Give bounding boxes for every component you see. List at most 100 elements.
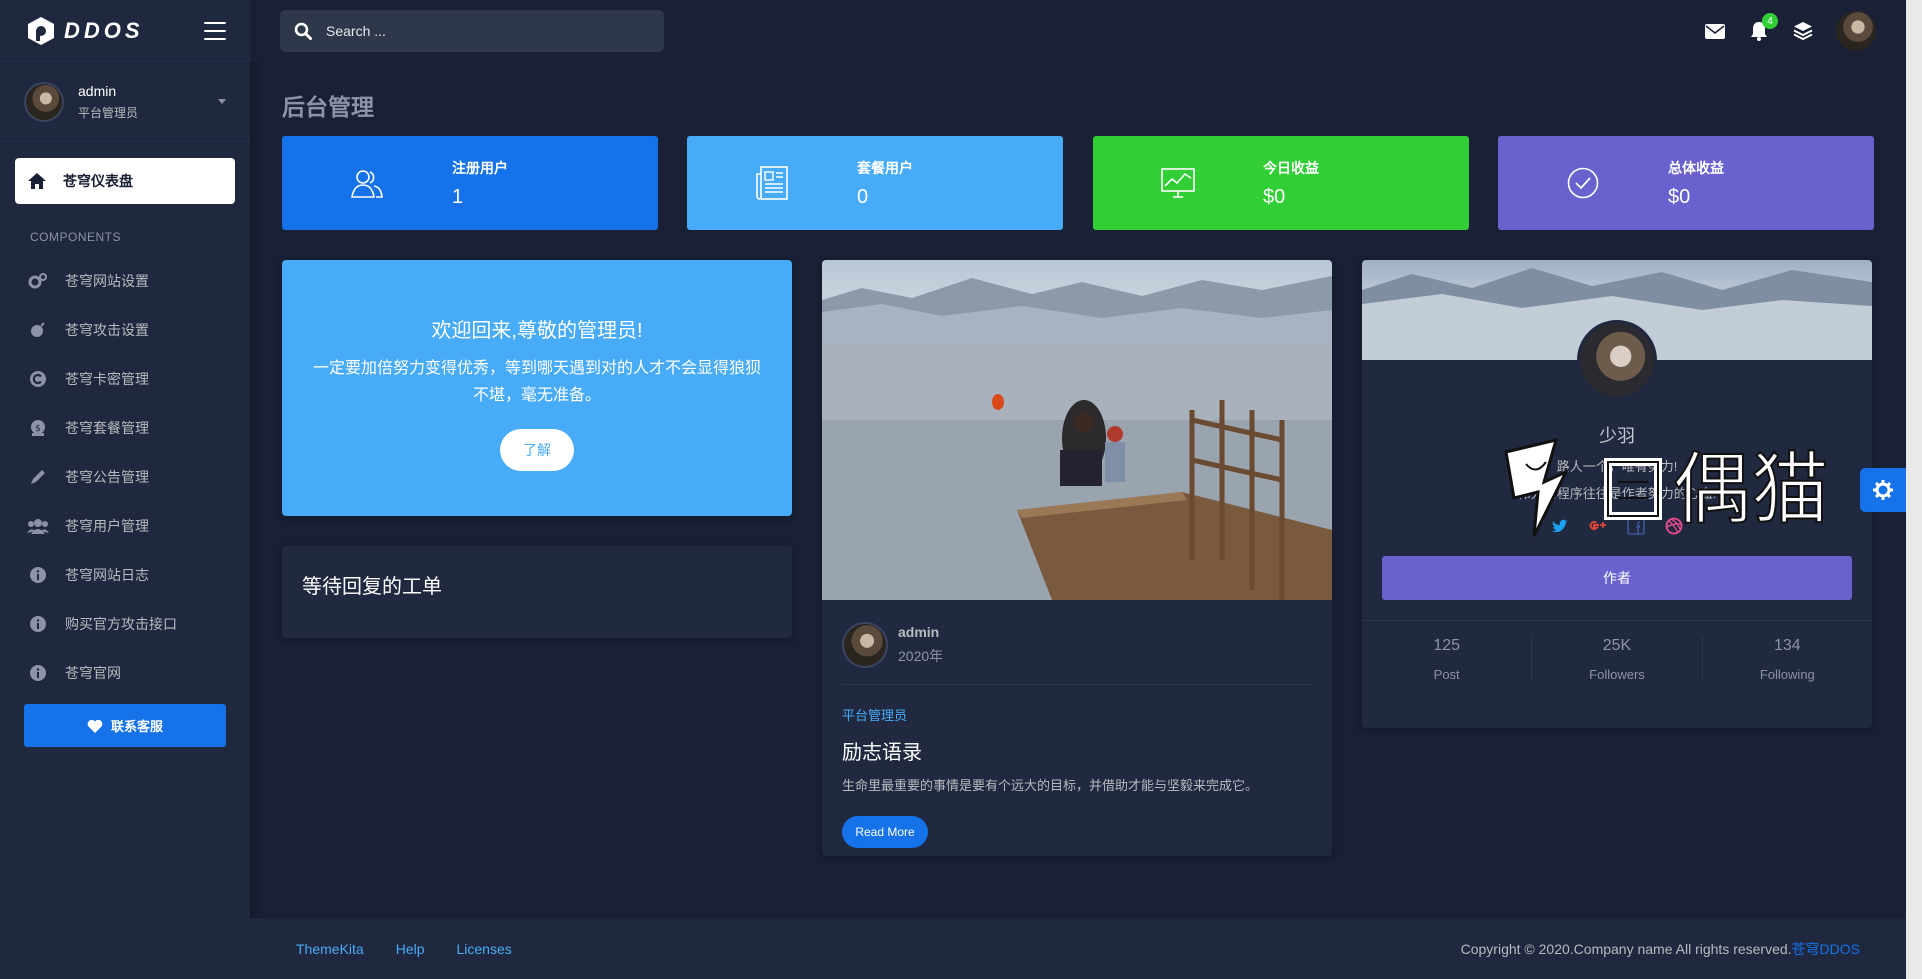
dribbble-icon[interactable] xyxy=(1664,516,1684,536)
stat-value: 0 xyxy=(857,185,869,208)
avatar xyxy=(842,622,888,668)
blog-image xyxy=(822,260,1332,600)
sidebar: DDOS admin 平台管理员 苍穹仪表盘 COMPONENTS 苍穹网站设置… xyxy=(0,0,250,979)
profile-stats: 125 Post 25K Followers 134 Following xyxy=(1362,620,1872,682)
author-button[interactable]: 作者 xyxy=(1382,556,1852,600)
google-plus-icon[interactable] xyxy=(1588,516,1608,536)
sidebar-item-card-keys[interactable]: 苍穹卡密管理 xyxy=(0,354,250,403)
sidebar-item-label: 苍穹仪表盘 xyxy=(63,173,133,189)
logo-bar: DDOS xyxy=(0,0,250,62)
topbar-icons: 4 xyxy=(1704,10,1876,52)
layers-icon[interactable] xyxy=(1792,20,1814,42)
blog-text: 生命里最重要的事情是要有个远大的目标，并借助才能与坚毅来完成它。 xyxy=(842,778,1259,793)
ddos-logo-icon xyxy=(28,16,54,45)
nav-section-label: COMPONENTS xyxy=(30,230,122,244)
page-title: 后台管理 xyxy=(282,94,374,120)
chart-monitor-icon xyxy=(1161,168,1195,198)
sidebar-item-site-logs[interactable]: 苍穹网站日志 xyxy=(0,550,250,599)
copyright-text: Copyright © 2020.Company name All rights… xyxy=(1460,940,1792,957)
gear-icon xyxy=(1873,480,1893,500)
stat-card-today-income[interactable]: 今日收益 $0 xyxy=(1093,136,1469,230)
profile-card: 少羽 路人一个，唯有努力! 伟大的程序往往是作者努力的心血! 作者 125 Pos… xyxy=(1362,260,1872,728)
stat-label: Post xyxy=(1433,667,1460,682)
welcome-text: 一定要加倍努力变得优秀，等到哪天遇到对的人才不会显得狼狈不堪，毫无准备。 xyxy=(312,360,761,404)
stat-posts: 125 Post xyxy=(1362,637,1533,682)
info-icon xyxy=(27,613,49,635)
sidebar-item-label: 苍穹用户管理 xyxy=(65,517,149,534)
stat-label: Followers xyxy=(1589,667,1645,682)
contact-support-button[interactable]: 联系客服 xyxy=(24,704,226,747)
footer-link-themekita[interactable]: ThemeKita xyxy=(296,941,364,957)
profile-tagline: 路人一个，唯有努力! xyxy=(1556,459,1678,474)
copyright-icon xyxy=(27,368,49,390)
copyright: Copyright © 2020.Company name All rights… xyxy=(1461,939,1860,959)
sidebar-item-label: 苍穹套餐管理 xyxy=(65,419,149,436)
facebook-icon[interactable] xyxy=(1626,516,1646,536)
user-panel[interactable]: admin 平台管理员 xyxy=(0,62,250,142)
blog-author: admin 2020年 xyxy=(842,622,1312,685)
blog-title: 励志语录 xyxy=(842,742,922,764)
info-icon xyxy=(27,564,49,586)
search-input[interactable] xyxy=(326,23,626,39)
twitter-icon[interactable] xyxy=(1550,516,1570,536)
stat-following: 134 Following xyxy=(1703,637,1872,682)
caret-down-icon[interactable] xyxy=(218,99,226,104)
newspaper-icon xyxy=(756,166,788,200)
stat-followers: 25K Followers xyxy=(1532,637,1703,682)
user-avatar[interactable] xyxy=(1836,11,1876,51)
stat-number: 134 xyxy=(1773,637,1801,654)
menu-toggle-icon[interactable] xyxy=(204,21,226,40)
sidebar-item-label: 苍穹网站设置 xyxy=(65,272,149,289)
pen-icon xyxy=(27,466,49,488)
stat-value: $0 xyxy=(1263,185,1286,208)
profile-avatar[interactable] xyxy=(1577,320,1657,400)
footer-brand-link[interactable]: 苍穹DDOS xyxy=(1792,941,1860,957)
users-outline-icon xyxy=(351,170,383,198)
stat-card-total-income[interactable]: 总体收益 $0 xyxy=(1498,136,1874,230)
topbar: 4 xyxy=(250,0,1906,62)
author-name: admin xyxy=(898,624,940,640)
footer-link-licenses[interactable]: Licenses xyxy=(457,941,512,957)
envelope-icon[interactable] xyxy=(1704,20,1726,42)
stat-value: 1 xyxy=(452,185,464,208)
users-icon xyxy=(27,515,49,537)
scrollbar[interactable] xyxy=(1906,0,1922,979)
sidebar-item-site-settings[interactable]: 苍穹网站设置 xyxy=(0,256,250,305)
stat-value: $0 xyxy=(1668,185,1691,208)
stat-label: Following xyxy=(1759,667,1815,682)
post-date: 2020年 xyxy=(898,648,944,664)
blog-category[interactable]: 平台管理员 xyxy=(842,705,1312,724)
sidebar-item-users[interactable]: 苍穹用户管理 xyxy=(0,501,250,550)
stat-card-package-users[interactable]: 套餐用户 0 xyxy=(687,136,1063,230)
read-more-button[interactable]: Read More xyxy=(842,816,928,848)
profile-bio: 伟大的程序往往是作者努力的心血! xyxy=(1517,486,1717,501)
footer-link-help[interactable]: Help xyxy=(396,941,425,957)
learn-more-button[interactable]: 了解 xyxy=(500,429,574,471)
user-name: admin xyxy=(78,82,117,99)
sidebar-item-attack-settings[interactable]: 苍穹攻击设置 xyxy=(0,305,250,354)
sidebar-item-dashboard[interactable]: 苍穹仪表盘 xyxy=(15,158,235,204)
sidebar-item-buy-api[interactable]: 购买官方攻击接口 xyxy=(0,599,250,648)
sidebar-item-label: 苍穹攻击设置 xyxy=(65,321,149,338)
sidebar-item-label: 苍穹官网 xyxy=(65,664,121,681)
notification-badge: 4 xyxy=(1762,13,1778,29)
footer: ThemeKita Help Licenses Copyright © 2020… xyxy=(250,918,1906,979)
bell-icon[interactable]: 4 xyxy=(1748,13,1778,42)
info-icon xyxy=(27,662,49,684)
stat-number: 25K xyxy=(1602,637,1632,654)
logo[interactable]: DDOS xyxy=(26,16,144,46)
tickets-title: 等待回复的工单 xyxy=(302,576,442,598)
sidebar-item-packages[interactable]: $ 苍穹套餐管理 xyxy=(0,403,250,452)
sidebar-item-announcements[interactable]: 苍穹公告管理 xyxy=(0,452,250,501)
search-bar[interactable] xyxy=(280,10,664,52)
contact-support-label: 联系客服 xyxy=(110,719,163,734)
stat-card-registered-users[interactable]: 注册用户 1 xyxy=(282,136,658,230)
gears-icon xyxy=(27,270,49,292)
sidebar-item-label: 苍穹卡密管理 xyxy=(65,370,149,387)
stat-label: 总体收益 xyxy=(1668,159,1724,176)
sidebar-item-label: 苍穹网站日志 xyxy=(65,566,149,583)
welcome-card: 欢迎回来,尊敬的管理员! 一定要加倍努力变得优秀，等到哪天遇到对的人才不会显得狼… xyxy=(282,260,792,516)
settings-gear-button[interactable] xyxy=(1860,468,1906,512)
search-icon[interactable] xyxy=(294,22,312,40)
sidebar-item-official-site[interactable]: 苍穹官网 xyxy=(0,648,250,697)
